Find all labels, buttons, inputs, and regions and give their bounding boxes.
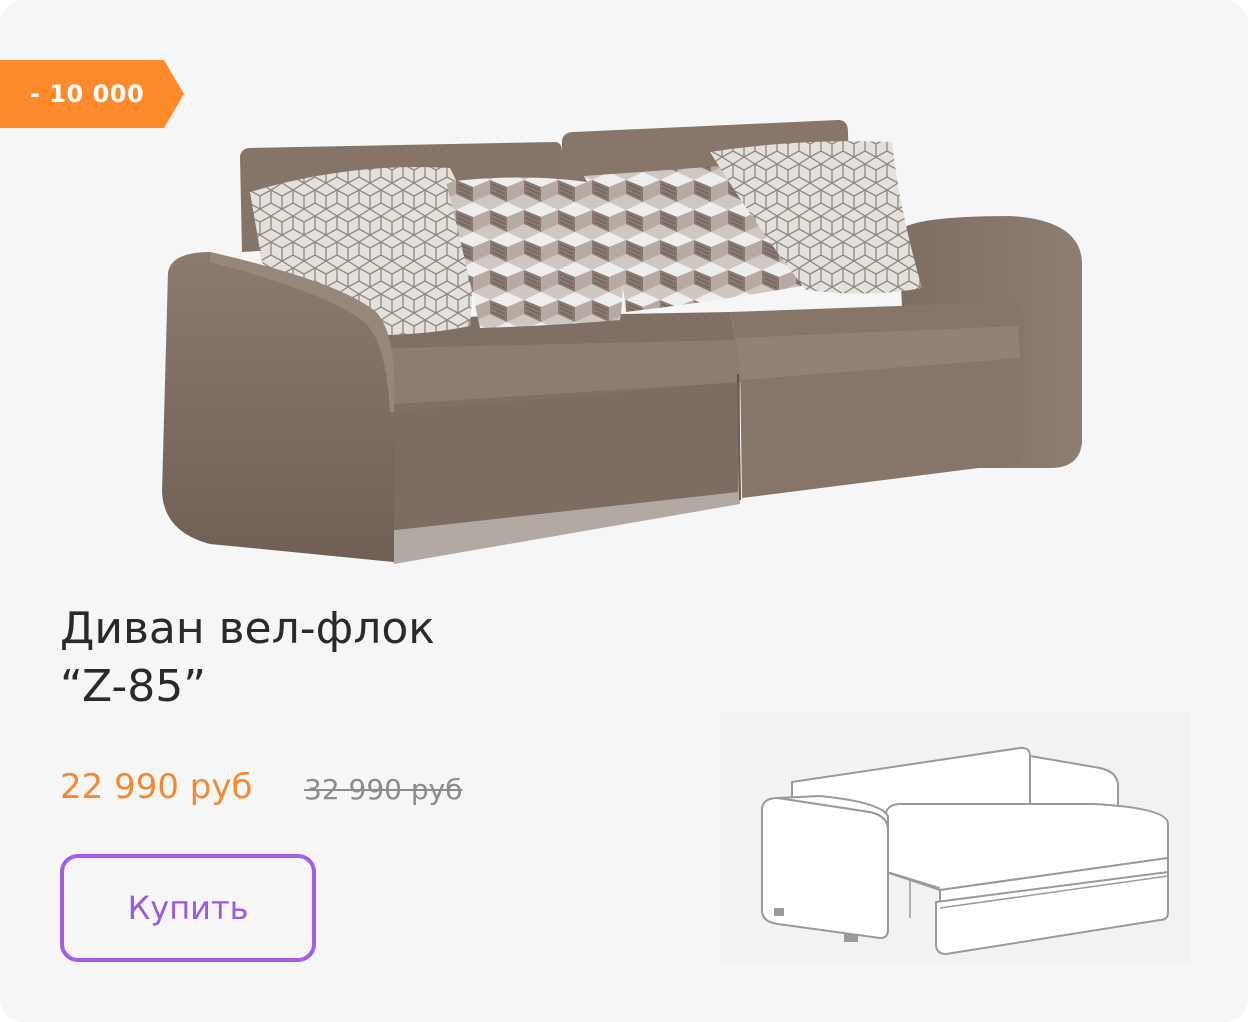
discount-label: - 10 000 bbox=[30, 80, 145, 108]
product-title[interactable]: Диван вел-флок “Z-85” bbox=[60, 600, 660, 716]
buy-button[interactable]: Купить bbox=[60, 854, 316, 962]
sofa-photo[interactable] bbox=[150, 112, 1090, 572]
product-title-line-2: “Z-85” bbox=[60, 661, 207, 712]
product-card: - 10 000 Диван вел-флок “Z-85” 22 990 ру… bbox=[0, 0, 1248, 1022]
old-price: 32 990 руб bbox=[304, 773, 463, 806]
sofa-bed-diagram-icon bbox=[720, 712, 1190, 962]
current-price: 22 990 руб bbox=[60, 767, 253, 807]
product-title-line-1: Диван вел-флок bbox=[60, 603, 435, 654]
